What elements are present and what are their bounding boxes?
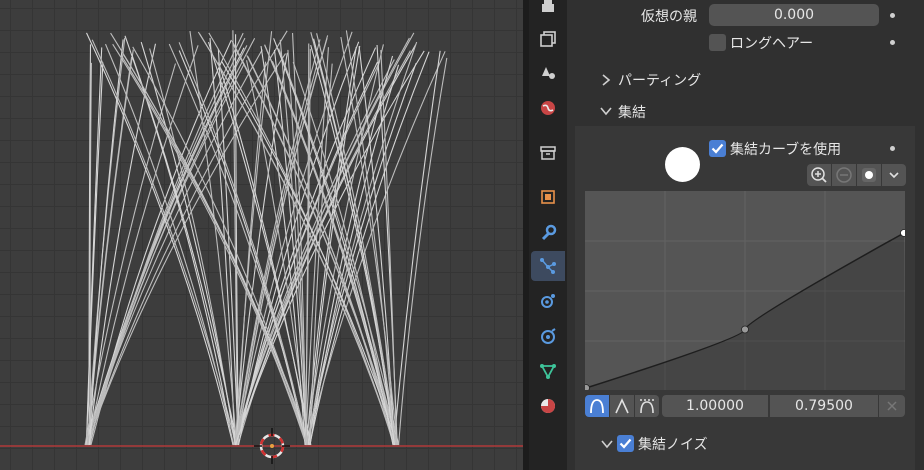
aligned-handle-icon	[640, 399, 654, 414]
3d-cursor-icon[interactable]	[254, 428, 290, 464]
virtual-parents-field[interactable]: 0.000	[709, 4, 879, 26]
auto-handle-icon	[590, 399, 604, 414]
particles-icon	[540, 258, 556, 274]
zoom-in-button[interactable]	[807, 164, 831, 186]
mesh-data-icon	[540, 364, 556, 379]
curve-menu-button[interactable]	[882, 164, 906, 186]
chevron-down-icon	[889, 172, 899, 179]
tab-data[interactable]	[531, 356, 565, 386]
viewport-overlay	[0, 428, 523, 464]
close-icon	[887, 401, 897, 411]
tab-physics[interactable]	[531, 286, 565, 316]
printer-icon	[542, 0, 554, 12]
cursor-circle	[665, 147, 700, 182]
use-clump-curve-checkbox[interactable]	[709, 140, 726, 157]
tab-view-layer[interactable]	[531, 24, 565, 54]
handle-aligned-button[interactable]	[635, 395, 659, 417]
use-clump-curve-label: 集結カーブを使用	[730, 142, 842, 158]
long-hair-label: ロングヘアー	[730, 36, 814, 52]
properties-editor: 仮想の親 0.000 ロングヘアー パーティング 集結 集結カーブを使用 1.0…	[567, 0, 924, 470]
object-icon	[541, 190, 555, 204]
tab-particles[interactable]	[531, 251, 565, 281]
clipping-icon	[862, 168, 876, 182]
chevron-right-icon[interactable]	[599, 73, 613, 87]
curve-graph[interactable]	[585, 191, 905, 390]
zoom-out-icon	[836, 167, 852, 183]
tab-output[interactable]	[531, 0, 565, 22]
clump-curve-widget[interactable]	[585, 191, 905, 390]
keyframe-dot[interactable]	[890, 146, 895, 151]
tab-material[interactable]	[531, 391, 565, 421]
material-icon	[541, 399, 555, 413]
clump-noise-label: 集結ノイズ	[638, 437, 708, 453]
curve-point-x-field[interactable]: 1.00000	[662, 395, 768, 417]
world-icon	[541, 101, 555, 115]
delete-point-button[interactable]	[879, 395, 905, 417]
wrench-icon	[541, 224, 557, 241]
checkmark-icon	[619, 438, 632, 449]
virtual-parents-label: 仮想の親	[641, 9, 697, 25]
constraint-icon	[541, 328, 556, 344]
tab-collection[interactable]	[531, 138, 565, 168]
3d-viewport[interactable]	[0, 0, 523, 470]
zoom-out-button[interactable]	[832, 164, 856, 186]
zoom-in-icon	[811, 167, 827, 183]
long-hair-checkbox[interactable]	[709, 34, 726, 51]
curve-point-y-field[interactable]: 0.79500	[770, 395, 878, 417]
tab-world[interactable]	[531, 93, 565, 123]
chevron-down-icon[interactable]	[600, 437, 614, 451]
image-stack-icon	[540, 31, 556, 47]
properties-tab-bar	[529, 0, 567, 470]
curve-control-point[interactable]	[741, 325, 749, 334]
tab-constraints[interactable]	[531, 321, 565, 351]
physics-icon	[541, 294, 555, 308]
handle-auto-button[interactable]	[585, 395, 609, 417]
scene-icon	[542, 67, 555, 79]
clump-panel-header[interactable]: 集結	[618, 102, 646, 122]
tab-scene[interactable]	[531, 58, 565, 88]
tab-object[interactable]	[531, 182, 565, 212]
tab-modifiers[interactable]	[531, 218, 565, 248]
clipping-button[interactable]	[857, 164, 881, 186]
collection-icon	[540, 146, 556, 160]
handle-vector-button[interactable]	[610, 395, 634, 417]
curve-control-point[interactable]	[900, 229, 906, 237]
chevron-down-icon[interactable]	[599, 104, 613, 118]
checkmark-icon	[711, 143, 724, 154]
clump-noise-checkbox[interactable]	[617, 435, 634, 452]
vector-handle-icon	[615, 398, 629, 414]
curve-control-point[interactable]	[585, 384, 590, 391]
parting-panel-header[interactable]: パーティング	[618, 70, 701, 90]
keyframe-dot[interactable]	[890, 40, 895, 45]
keyframe-dot[interactable]	[890, 13, 895, 18]
